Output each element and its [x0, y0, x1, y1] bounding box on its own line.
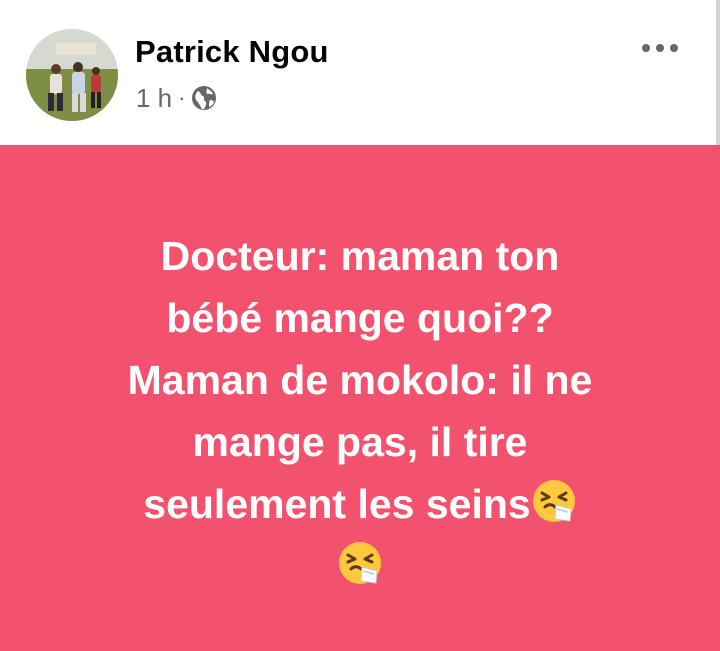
post-line-with-emoji: seulement les seins — [40, 473, 680, 535]
post-line: Docteur: maman ton — [160, 233, 560, 279]
meta-separator: · — [178, 85, 186, 110]
avatar-photo — [26, 29, 118, 121]
post-meta: 1 h · — [136, 82, 217, 114]
sneezing-face-emoji — [337, 540, 383, 586]
author-avatar[interactable] — [26, 29, 118, 121]
post-text: Docteur: maman ton bébé mange quoi?? Mam… — [40, 225, 680, 597]
post-timestamp[interactable]: 1 h — [136, 83, 172, 114]
post-line: Maman de mokolo: il ne — [127, 357, 593, 403]
post-line: seulement les seins — [143, 481, 531, 527]
author-name[interactable]: Patrick Ngou — [135, 34, 329, 70]
globe-icon — [191, 85, 217, 111]
more-dots-icon — [642, 44, 678, 52]
post-line: mange pas, il tire — [192, 419, 528, 465]
post-header: Patrick Ngou 1 h · — [0, 0, 720, 285]
more-options-button[interactable] — [630, 30, 690, 66]
post-line-emoji-only — [40, 535, 680, 597]
post-line: bébé mange quoi?? — [166, 295, 554, 341]
post-background: Docteur: maman ton bébé mange quoi?? Mam… — [0, 145, 720, 651]
sneezing-face-emoji — [531, 478, 577, 524]
